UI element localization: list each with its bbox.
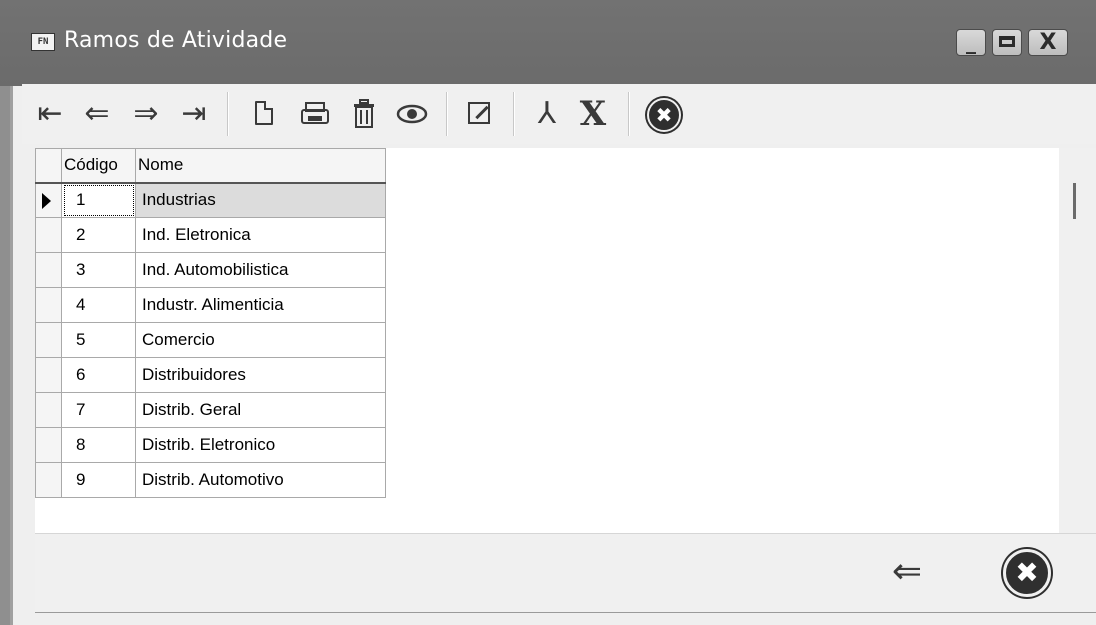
cell-nome[interactable]: Distrib. Eletronico (135, 427, 386, 463)
column-header-nome[interactable]: Nome (135, 148, 386, 184)
eye-icon[interactable] (392, 93, 432, 135)
excel-icon[interactable]: X (573, 93, 613, 135)
close-window-button[interactable]: X (1028, 29, 1068, 56)
cell-nome[interactable]: Industrias (135, 182, 386, 218)
table-row[interactable]: 4 Industr. Alimenticia (35, 287, 386, 323)
cell-nome[interactable]: Comercio (135, 322, 386, 358)
pdf-icon[interactable]: ⅄ (527, 93, 567, 135)
cell-nome[interactable]: Industr. Alimenticia (135, 287, 386, 323)
toolbar-separator (227, 92, 229, 136)
table-row[interactable]: 9 Distrib. Automotivo (35, 462, 386, 498)
footer-bar: ⇐ ✖ (35, 533, 1096, 613)
row-indicator[interactable] (35, 287, 62, 323)
row-indicator[interactable] (35, 427, 62, 463)
row-indicator[interactable] (35, 462, 62, 498)
trash-icon-graphic (354, 99, 374, 128)
back-arrow-icon[interactable]: ⇐ (877, 542, 937, 602)
records-table: Código Nome 1 Industrias 2 Ind. Eletronica 3… (35, 148, 386, 498)
title-bar[interactable]: FN Ramos de Atividade _ X (0, 0, 1096, 86)
table-row[interactable]: 8 Distrib. Eletronico (35, 427, 386, 463)
window-title: Ramos de Atividade (64, 28, 288, 53)
toolbar-separator (446, 92, 448, 136)
cell-codigo[interactable]: 7 (61, 392, 136, 428)
eye-icon-graphic (396, 104, 428, 124)
app-window: FN Ramos de Atividade _ X ⇤ ⇐ ⇒ ⇥ ⅄ X ✖ … (0, 0, 1096, 625)
cancel-circle-icon[interactable]: ✖ (644, 93, 684, 135)
app-logo-icon: FN (31, 33, 55, 51)
cell-nome[interactable]: Distrib. Geral (135, 392, 386, 428)
cell-codigo[interactable]: 5 (61, 322, 136, 358)
cell-nome[interactable]: Distrib. Automotivo (135, 462, 386, 498)
minimize-button[interactable]: _ (956, 29, 986, 56)
maximize-button[interactable] (992, 29, 1022, 56)
row-indicator[interactable] (35, 392, 62, 428)
last-record-icon[interactable]: ⇥ (174, 93, 214, 135)
toolbar-separator (628, 92, 630, 136)
vertical-scrollbar[interactable] (1059, 148, 1096, 533)
close-circle-icon[interactable]: ✖ (997, 542, 1057, 602)
table-row[interactable]: 1 Industrias (35, 182, 386, 218)
cell-nome[interactable]: Ind. Eletronica (135, 217, 386, 253)
trash-icon[interactable] (344, 93, 384, 135)
cell-codigo[interactable]: 3 (61, 252, 136, 288)
cell-codigo[interactable]: 2 (61, 217, 136, 253)
table-row[interactable]: 7 Distrib. Geral (35, 392, 386, 428)
previous-record-icon[interactable]: ⇐ (77, 93, 117, 135)
edit-icon[interactable] (460, 93, 500, 135)
cell-codigo[interactable]: 6 (61, 357, 136, 393)
row-indicator[interactable] (35, 182, 62, 218)
printer-icon[interactable] (295, 93, 335, 135)
table-header-row: Código Nome (35, 148, 386, 184)
cell-nome[interactable]: Ind. Automobilistica (135, 252, 386, 288)
cell-codigo[interactable]: 8 (61, 427, 136, 463)
table-row[interactable]: 2 Ind. Eletronica (35, 217, 386, 253)
toolbar: ⇤ ⇐ ⇒ ⇥ ⅄ X ✖ (22, 84, 1096, 144)
row-indicator[interactable] (35, 322, 62, 358)
first-record-icon[interactable]: ⇤ (30, 93, 70, 135)
table-row[interactable]: 3 Ind. Automobilistica (35, 252, 386, 288)
toolbar-separator (513, 92, 515, 136)
printer-icon-graphic (301, 102, 329, 124)
next-record-icon[interactable]: ⇒ (126, 93, 166, 135)
cell-codigo[interactable]: 4 (61, 287, 136, 323)
cell-codigo[interactable]: 9 (61, 462, 136, 498)
new-document-icon[interactable] (245, 93, 285, 135)
row-indicator[interactable] (35, 252, 62, 288)
cell-codigo[interactable]: 1 (61, 182, 136, 218)
table-row[interactable]: 6 Distribuidores (35, 357, 386, 393)
row-indicator[interactable] (35, 217, 62, 253)
table-row[interactable]: 5 Comercio (35, 322, 386, 358)
current-row-arrow-icon (42, 192, 51, 209)
row-indicator-header (35, 148, 62, 184)
cell-nome[interactable]: Distribuidores (135, 357, 386, 393)
maximize-icon (999, 36, 1015, 47)
records-grid[interactable]: Código Nome 1 Industrias 2 Ind. Eletronica 3… (35, 148, 1059, 533)
scrollbar-thumb[interactable] (1073, 183, 1076, 219)
row-indicator[interactable] (35, 357, 62, 393)
column-header-codigo[interactable]: Código (61, 148, 136, 184)
